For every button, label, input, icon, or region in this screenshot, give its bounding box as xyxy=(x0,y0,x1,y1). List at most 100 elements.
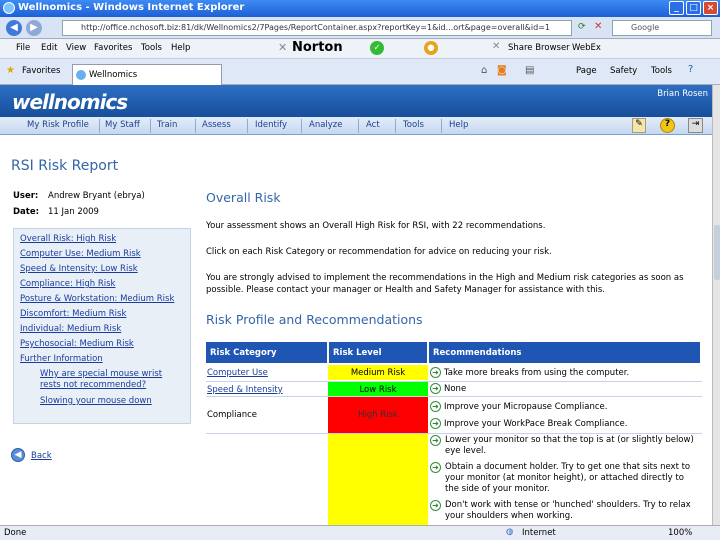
sidebar-link-computer-use[interactable]: Computer Use: Medium Risk xyxy=(20,249,141,259)
back-nav-icon[interactable]: ◀ xyxy=(6,20,22,36)
nav-act[interactable]: Act xyxy=(366,120,380,130)
wellnomics-logo[interactable]: wellnomics xyxy=(12,90,128,114)
risk-level-label: High Risk xyxy=(358,410,398,420)
maximize-button[interactable]: □ xyxy=(686,1,701,15)
col-recommendations: Recommendations xyxy=(428,342,702,363)
menu-favorites[interactable]: Favorites xyxy=(94,43,132,53)
favorites-bar: ★ Favorites Wellnomics ⌂ ◙ ▤ Page Safety… xyxy=(0,59,720,85)
col-risk-category: Risk Category xyxy=(206,342,329,363)
sidebar-link-overall[interactable]: Overall Risk: High Risk xyxy=(20,234,116,244)
notes-icon[interactable]: ✎ xyxy=(632,118,646,133)
tools-menu[interactable]: Tools xyxy=(651,66,672,76)
sidebar-link-compliance[interactable]: Compliance: High Risk xyxy=(20,279,115,289)
sidebar-link-further-info[interactable]: Further Information xyxy=(20,354,103,364)
arrow-icon: ➜ xyxy=(430,383,441,394)
arrow-icon: ➜ xyxy=(430,435,441,446)
print-icon[interactable]: ▤ xyxy=(525,65,534,76)
sidebar-link-individual[interactable]: Individual: Medium Risk xyxy=(20,324,121,334)
globe-icon: ◍ xyxy=(506,527,514,537)
recommendation-item[interactable]: ➜ Take more breaks from using the compute… xyxy=(430,367,629,378)
back-arrow-icon[interactable]: ◀ xyxy=(11,448,25,462)
sidebar-link-psychosocial[interactable]: Psychosocial: Medium Risk xyxy=(20,339,134,349)
arrow-icon: ➜ xyxy=(430,418,441,429)
norton-logo: Norton xyxy=(292,40,343,55)
menu-help[interactable]: Help xyxy=(171,43,190,53)
forward-nav-icon[interactable]: ▶ xyxy=(26,20,42,36)
search-input[interactable]: Google xyxy=(612,20,712,36)
sidebar-link-discomfort[interactable]: Discomfort: Medium Risk xyxy=(20,309,126,319)
risk-level-label: Low Risk xyxy=(359,385,397,395)
arrow-icon: ➜ xyxy=(430,401,441,412)
sidebar-link-posture[interactable]: Posture & Workstation: Medium Risk xyxy=(20,294,174,304)
nav-my-staff[interactable]: My Staff xyxy=(105,120,140,130)
rss-icon[interactable]: ◙ xyxy=(497,65,507,76)
arrow-icon: ➜ xyxy=(430,462,441,473)
nav-identify[interactable]: Identify xyxy=(255,120,287,130)
logged-in-user: Brian Rosen xyxy=(657,89,708,99)
norton-safe-icon[interactable]: ✓ xyxy=(370,41,384,55)
home-icon[interactable]: ⌂ xyxy=(481,65,487,76)
nav-help[interactable]: Help xyxy=(449,120,468,130)
help-icon[interactable]: ? xyxy=(688,64,693,75)
close-button[interactable]: × xyxy=(703,1,718,15)
help-circle-icon[interactable]: ? xyxy=(660,118,675,133)
report-sidebar: Overall Risk: High Risk Computer Use: Me… xyxy=(13,228,191,424)
menu-bar: File Edit View Favorites Tools Help ✕ No… xyxy=(0,39,720,59)
safety-menu[interactable]: Safety xyxy=(610,66,637,76)
sidebar-sublink-wrist-rests[interactable]: Why are special mouse wrist rests not re… xyxy=(40,369,180,391)
recommendation-item[interactable]: ➜ Lower your monitor so that the top is a… xyxy=(430,435,700,457)
page-content: RSI Risk Report User: Andrew Bryant (ebr… xyxy=(0,135,712,525)
overall-risk-heading: Overall Risk xyxy=(206,190,281,205)
nav-my-risk-profile[interactable]: My Risk Profile xyxy=(27,120,89,130)
menu-view[interactable]: View xyxy=(66,43,86,53)
nav-tools[interactable]: Tools xyxy=(403,120,424,130)
user-value: Andrew Bryant (ebrya) xyxy=(48,191,145,201)
menu-edit[interactable]: Edit xyxy=(41,43,57,53)
nav-train[interactable]: Train xyxy=(157,120,177,130)
webex-button[interactable]: WebEx xyxy=(572,43,601,53)
stop-icon[interactable]: ✕ xyxy=(594,21,602,32)
sidebar-link-speed[interactable]: Speed & Intensity: Low Risk xyxy=(20,264,138,274)
refresh-icon[interactable]: ⟳ xyxy=(578,22,586,32)
tab-wellnomics[interactable]: Wellnomics xyxy=(72,64,222,85)
vertical-scrollbar[interactable] xyxy=(712,85,720,525)
date-value: 11 Jan 2009 xyxy=(48,207,99,217)
recommendation-item[interactable]: ➜ Improve your WorkPace Break Compliance. xyxy=(430,418,628,429)
favorites-button[interactable]: Favorites xyxy=(22,66,60,76)
category-computer-use[interactable]: Computer Use xyxy=(207,368,268,378)
menu-file[interactable]: File xyxy=(16,43,30,53)
norton-identity-icon[interactable]: ● xyxy=(424,41,438,55)
risk-level-label: Medium Risk xyxy=(350,368,406,378)
address-toolbar: ◀ ▶ http://office.nchosoft.biz:81/dk/Wel… xyxy=(0,17,720,39)
back-link[interactable]: Back xyxy=(31,451,52,461)
exit-icon[interactable]: ⇥ xyxy=(688,118,703,133)
tab-label: Wellnomics xyxy=(89,70,138,80)
page-menu[interactable]: Page xyxy=(576,66,597,76)
category-compliance[interactable]: Compliance xyxy=(207,410,257,420)
nav-assess[interactable]: Assess xyxy=(202,120,231,130)
category-speed-intensity[interactable]: Speed & Intensity xyxy=(207,385,283,395)
share-browser-button[interactable]: Share Browser xyxy=(508,43,570,53)
date-label: Date: xyxy=(13,207,40,217)
instructions-text: Click on each Risk Category or recommend… xyxy=(206,247,552,257)
advice-line-2: possible. Please contact your manager or… xyxy=(206,285,606,295)
recommendation-item[interactable]: ➜ Don't work with tense or 'hunched' shou… xyxy=(430,500,700,522)
page-icon xyxy=(76,70,86,80)
recommendation-item[interactable]: ➜ None xyxy=(430,383,466,394)
minimize-button[interactable]: _ xyxy=(669,1,684,15)
site-banner: wellnomics Brian Rosen xyxy=(0,85,720,117)
risk-profile-heading: Risk Profile and Recommendations xyxy=(206,312,423,327)
menu-tools[interactable]: Tools xyxy=(141,43,162,53)
window-title-bar: Wellnomics - Windows Internet Explorer _… xyxy=(0,0,720,17)
toolbar-close-icon[interactable]: ✕ xyxy=(278,41,287,54)
zoom-level[interactable]: 100% xyxy=(668,528,692,538)
toolbar-close-icon-2[interactable]: ✕ xyxy=(492,41,500,52)
risk-level-cell xyxy=(328,434,428,525)
nav-analyze[interactable]: Analyze xyxy=(309,120,343,130)
recommendation-item[interactable]: ➜ Improve your Micropause Compliance. xyxy=(430,401,607,412)
sidebar-sublink-mouse[interactable]: Slowing your mouse down xyxy=(40,396,152,406)
url-input[interactable]: http://office.nchosoft.biz:81/dk/Wellnom… xyxy=(62,20,572,36)
advice-line-1: You are strongly advised to implement th… xyxy=(206,273,684,283)
recommendation-item[interactable]: ➜ Obtain a document holder. Try to get on… xyxy=(430,462,700,495)
risk-table: Risk Category Risk Level Recommendations xyxy=(206,342,702,363)
